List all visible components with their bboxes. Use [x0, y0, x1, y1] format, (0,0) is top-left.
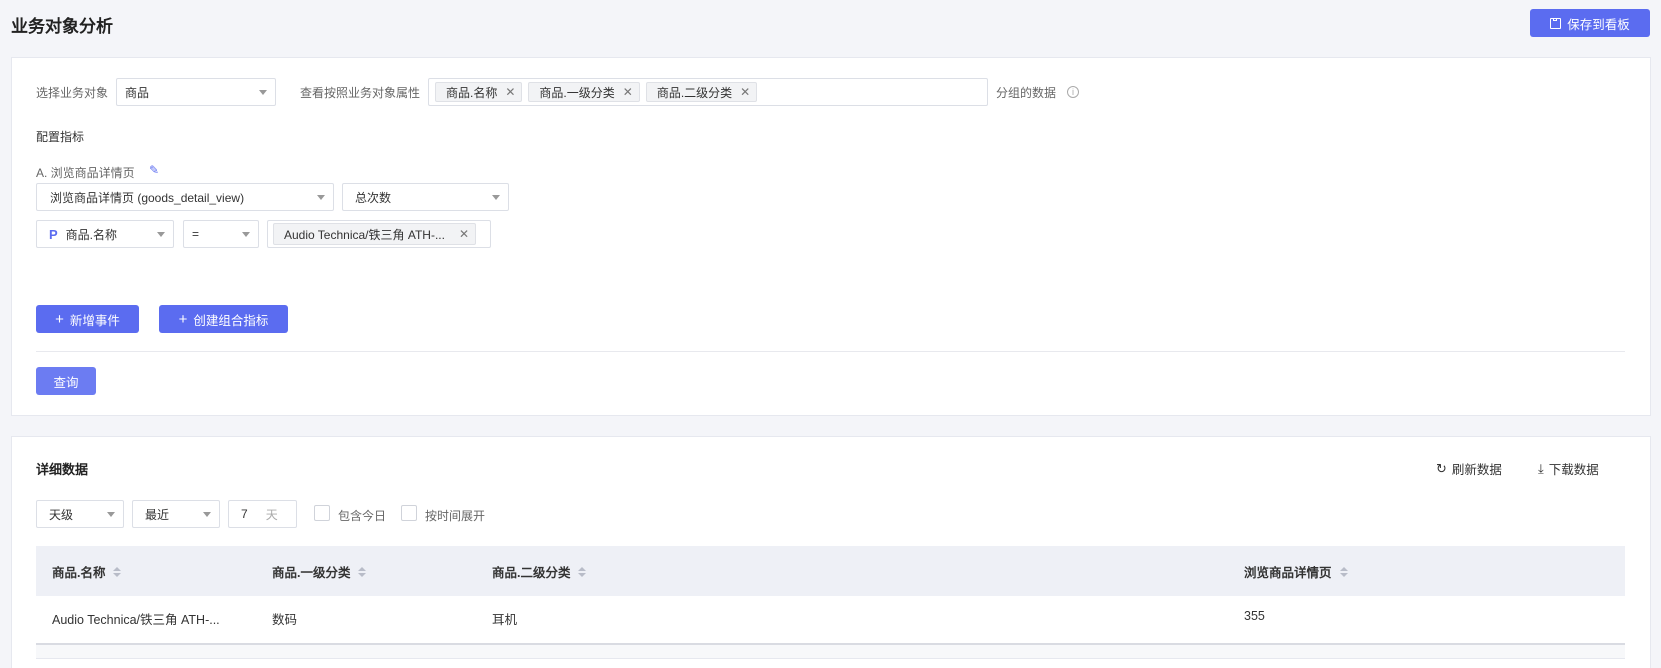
close-icon[interactable]: ✕ [740, 85, 750, 99]
range-mode-value: 最近 [145, 507, 170, 522]
sort-icon[interactable] [578, 566, 587, 577]
include-today-checkbox[interactable] [314, 505, 330, 521]
object-select-value: 商品 [125, 85, 150, 100]
sort-icon[interactable] [1339, 566, 1348, 577]
page-title: 业务对象分析 [11, 17, 113, 36]
group-by-tag: 商品.名称 ✕ [435, 82, 523, 102]
filter-operator-value: = [192, 227, 200, 241]
metric-name: A. 浏览商品详情页 [36, 166, 135, 180]
filter-value-tag-label: Audio Technica/铁三角 ATH-... [284, 227, 445, 242]
filter-value-input[interactable]: Audio Technica/铁三角 ATH-... ✕ [267, 220, 491, 248]
plus-icon: + [178, 310, 188, 328]
column-header-label: 商品.一级分类 [272, 566, 351, 580]
download-data-label: 下载数据 [1548, 463, 1599, 477]
event-select[interactable]: 浏览商品详情页 (goods_detail_view) [36, 183, 334, 211]
create-combo-metric-label: 创建组合指标 [193, 313, 269, 328]
sort-icon[interactable] [358, 566, 367, 577]
table-cell: 耳机 [492, 613, 518, 627]
chevron-down-icon [242, 231, 250, 237]
column-header-label: 浏览商品详情页 [1244, 566, 1332, 580]
expand-by-time-label: 按时间展开 [425, 509, 486, 523]
property-type-icon: P [49, 226, 58, 242]
download-icon: ⤓ [1538, 460, 1544, 476]
range-unit: 天 [265, 507, 278, 522]
save-to-dashboard-button[interactable]: 保存到看板 [1530, 9, 1650, 37]
details-title: 详细数据 [36, 462, 89, 477]
chevron-down-icon [492, 194, 500, 200]
filter-value-tag: Audio Technica/铁三角 ATH-... ✕ [273, 223, 477, 245]
column-header[interactable]: 商品.名称 [52, 562, 122, 581]
chevron-down-icon [203, 511, 211, 517]
filter-property-content: P 商品.名称 [49, 226, 117, 243]
create-combo-metric-button[interactable]: + 创建组合指标 [159, 305, 288, 333]
object-select-label: 选择业务对象 [36, 86, 109, 100]
query-button[interactable]: 查询 [36, 367, 96, 395]
metrics-section-title: 配置指标 [36, 130, 85, 144]
refresh-icon: ↻ [1436, 460, 1447, 476]
divider [36, 351, 1625, 352]
filter-property-value: 商品.名称 [65, 227, 118, 242]
aggregation-select-value: 总次数 [355, 190, 392, 205]
column-header[interactable]: 商品.二级分类 [492, 562, 587, 581]
table-cell: 数码 [272, 613, 298, 627]
table-cell: 355 [1244, 609, 1265, 623]
group-by-suffix: 分组的数据 [996, 86, 1057, 100]
granularity-value: 天级 [49, 507, 74, 522]
close-icon[interactable]: ✕ [623, 85, 633, 99]
refresh-data-button[interactable]: ↻ 刷新数据 [1436, 459, 1502, 478]
object-select[interactable]: 商品 [116, 78, 276, 106]
chevron-down-icon [107, 511, 115, 517]
chevron-down-icon [259, 89, 267, 95]
chevron-down-icon [317, 194, 325, 200]
range-mode-select[interactable]: 最近 [132, 500, 220, 528]
column-header[interactable]: 浏览商品详情页 [1244, 562, 1348, 581]
event-select-value: 浏览商品详情页 (goods_detail_view) [50, 190, 245, 205]
close-icon[interactable]: ✕ [505, 85, 515, 99]
range-value: 7 [241, 507, 248, 521]
add-event-button[interactable]: + 新增事件 [36, 305, 139, 333]
edit-icon[interactable]: ✎ [149, 163, 159, 177]
group-by-tag: 商品.二级分类 ✕ [645, 82, 758, 102]
plus-icon: + [55, 310, 64, 328]
refresh-data-label: 刷新数据 [1451, 463, 1502, 477]
info-icon[interactable]: i [1067, 86, 1079, 98]
table-footer [36, 645, 1625, 659]
add-event-label: 新增事件 [69, 313, 120, 328]
group-by-tag-label: 商品.二级分类 [656, 85, 733, 100]
column-header-label: 商品.二级分类 [492, 566, 571, 580]
close-icon[interactable]: ✕ [459, 227, 469, 241]
chevron-down-icon [157, 231, 165, 237]
granularity-select[interactable]: 天级 [36, 500, 124, 528]
column-header-label: 商品.名称 [52, 566, 106, 580]
table-cell: Audio Technica/铁三角 ATH-... [52, 613, 220, 627]
group-by-multiselect[interactable]: 商品.名称 ✕ 商品.一级分类 ✕ 商品.二级分类 ✕ [428, 78, 988, 106]
include-today-label: 包含今日 [338, 509, 387, 523]
save-icon [1550, 17, 1562, 29]
expand-by-time-checkbox[interactable] [401, 505, 417, 521]
column-header[interactable]: 商品.一级分类 [272, 562, 367, 581]
group-by-label: 查看按照业务对象属性 [300, 86, 421, 100]
query-label: 查询 [53, 375, 79, 390]
filter-property-select[interactable]: P 商品.名称 [36, 220, 174, 248]
group-by-tag-label: 商品.一级分类 [539, 85, 615, 100]
download-data-button[interactable]: ⤓ 下载数据 [1538, 459, 1599, 478]
aggregation-select[interactable]: 总次数 [342, 183, 509, 211]
save-to-dashboard-label: 保存到看板 [1567, 17, 1630, 32]
group-by-tag-label: 商品.名称 [446, 85, 498, 100]
range-value-input[interactable]: 7 天 [228, 500, 297, 528]
filter-operator-select[interactable]: = [183, 220, 259, 248]
group-by-tag: 商品.一级分类 ✕ [528, 82, 640, 102]
sort-icon[interactable] [113, 566, 122, 577]
